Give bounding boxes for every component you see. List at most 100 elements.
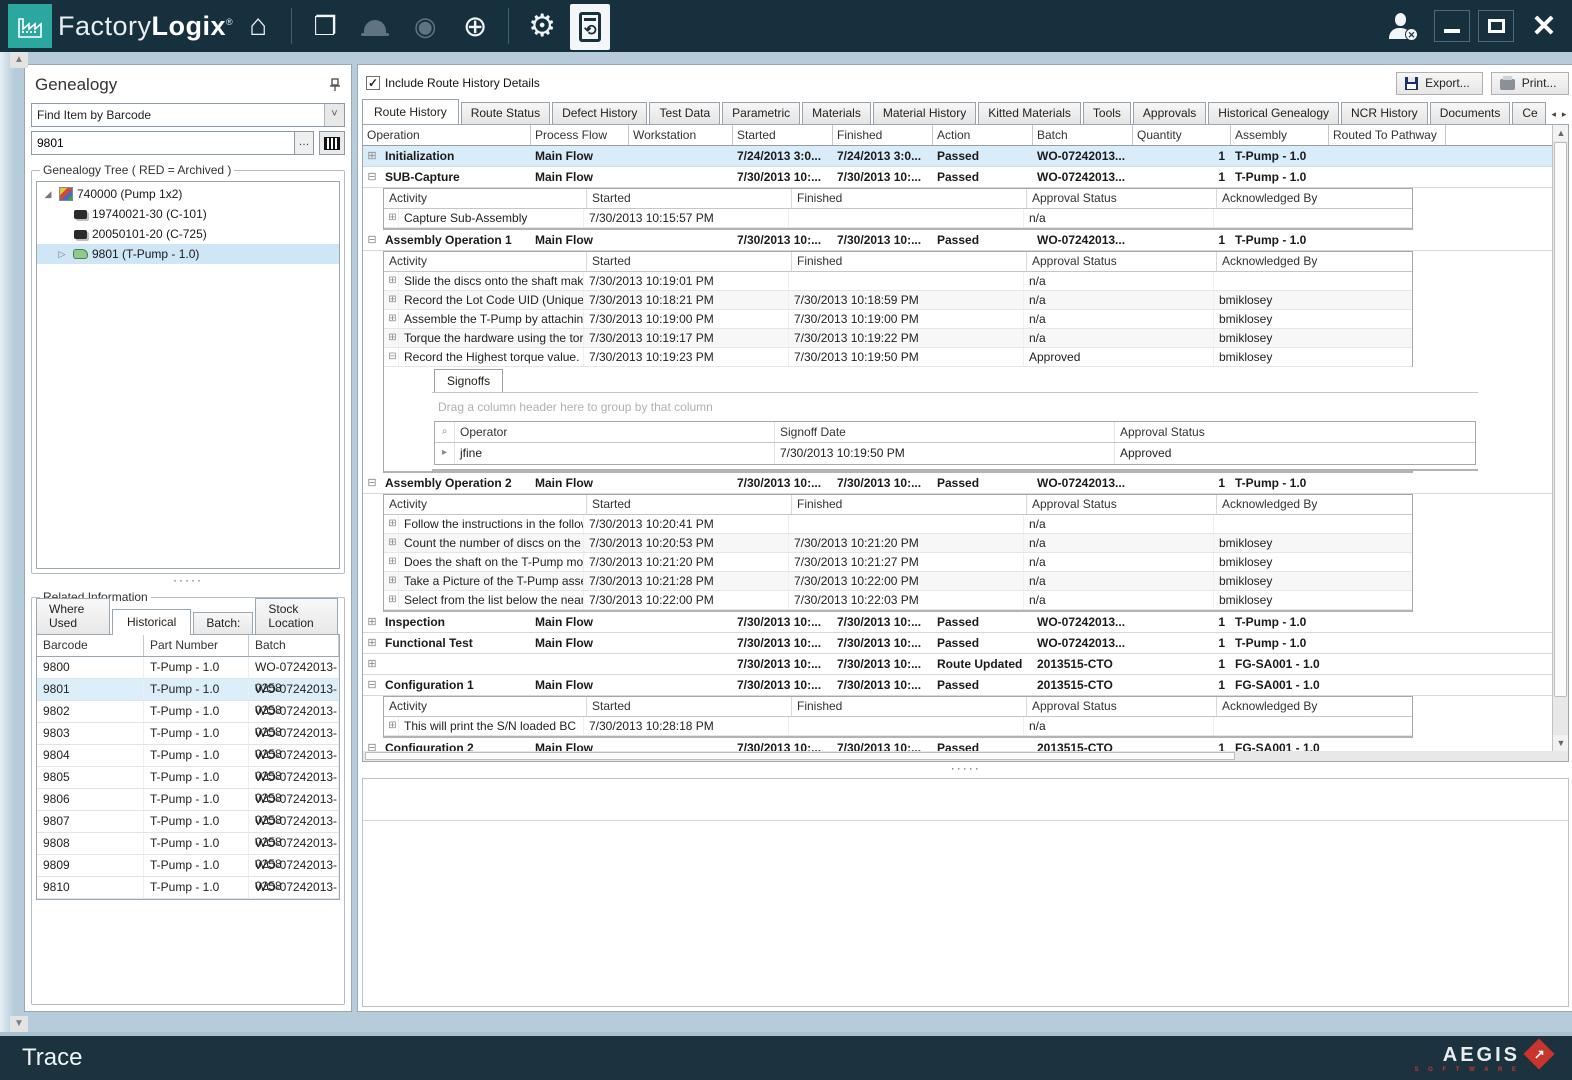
column-header[interactable]: Activity [384,495,587,514]
column-header[interactable]: Part Number [144,635,249,656]
column-header[interactable]: Quantity [1133,125,1231,145]
expand-icon[interactable]: ⊟ [363,473,381,493]
activity-row[interactable]: ⊞Select from the list below the nearest.… [384,591,1412,610]
expand-icon[interactable]: ⊟ [363,230,381,250]
trace-module-icon[interactable]: ⟲ [570,4,611,50]
column-header[interactable]: Action [933,125,1033,145]
expand-icon[interactable]: ⊟ [363,675,381,695]
signoff-row[interactable]: ▸ jfine 7/30/2013 10:19:50 PM Approved [435,443,1475,464]
column-header[interactable]: Started [587,697,792,716]
operation-row[interactable]: ⊞ Initialization Main Flow 7/24/2013 3:0...… [363,146,1553,167]
print-button[interactable]: Print... [1490,71,1570,95]
genealogy-tree[interactable]: ◢ 740000 (Pump 1x2) 19740021-30 (C-101) 200… [36,181,340,569]
tab-material-history[interactable]: Material History [872,102,977,124]
activity-row[interactable]: ⊞Record the Lot Code UID (Unique Ide...7… [384,291,1412,310]
expand-icon[interactable]: ⊞ [363,633,381,653]
tab-scroll-left-icon[interactable]: ◂ [1548,109,1559,124]
column-header[interactable]: Approval Status [1027,252,1217,271]
scroll-up-icon[interactable]: ▲ [1553,125,1569,141]
expand-icon[interactable]: ⊞ [384,534,399,552]
expand-icon[interactable]: ⊞ [384,272,399,290]
table-row[interactable]: 9807 T-Pump - 1.0 WO-07242013-0258 [37,811,339,849]
tab-test-data[interactable]: Test Data [649,102,721,124]
expand-icon[interactable]: ⊞ [384,329,399,347]
table-row[interactable]: 9806 T-Pump - 1.0 WO-07242013-0258 [37,789,339,827]
search-icon[interactable]: ⌕ [435,422,455,442]
table-row[interactable]: 9808 T-Pump - 1.0 WO-07242013-0258 [37,833,339,871]
detail-header[interactable]: Activity Started Finished Approval Status Ac… [384,189,1412,209]
column-header[interactable]: Started [587,189,792,208]
activity-row[interactable]: ⊞Take a Picture of the T-Pump assembl...… [384,572,1412,591]
column-header[interactable]: Acknowledged By [1217,697,1412,716]
table-row[interactable]: 9810T-Pump - 1.0WO-07242013-0258 [37,877,339,899]
table-row[interactable]: 9801 T-Pump - 1.0 WO-07242013-0258 [37,679,339,717]
expand-icon[interactable]: ⊞ [384,209,399,227]
tab-tools[interactable]: Tools [1082,102,1131,124]
tab-signoffs[interactable]: Signoffs [434,369,504,392]
column-header[interactable]: Acknowledged By [1217,252,1412,271]
operation-row[interactable]: ⊟ Assembly Operation 1 Main Flow 7/30/2013 … [363,230,1553,251]
table-row[interactable]: 9804 T-Pump - 1.0 WO-07242013-0258 [37,745,339,783]
expand-icon[interactable]: ⊞ [384,591,399,609]
expand-icon[interactable]: ⊞ [363,146,381,166]
hardhat-icon[interactable] [353,4,397,48]
column-header[interactable]: Batch [1033,125,1133,145]
tab-documents[interactable]: Documents [1429,102,1511,124]
column-header[interactable]: Finished [792,495,1027,514]
tree-item[interactable]: ▷ 9801 (T-Pump - 1.0) [37,244,339,264]
expand-icon[interactable]: ⊞ [384,515,399,533]
expand-icon[interactable]: ⊟ [384,348,399,366]
activity-row[interactable]: ⊞Follow the instructions in the followin… [384,515,1412,534]
column-header[interactable]: Approval Status [1027,495,1217,514]
tab-ce[interactable]: Ce [1512,102,1547,124]
table-row[interactable]: 9802 T-Pump - 1.0 WO-07242013-0258 [37,701,339,739]
operation-row[interactable]: ⊟ Configuration 2 Main Flow 7/30/2013 10:..… [363,738,1553,751]
barcode-input[interactable]: 9801 [31,131,294,155]
column-header[interactable]: Finished [833,125,933,145]
column-header[interactable]: Batch [249,635,339,656]
table-row[interactable]: 9803 T-Pump - 1.0 WO-07242013-0258 [37,723,339,761]
column-header[interactable]: Started [587,252,792,271]
tab-parametric[interactable]: Parametric [722,102,801,124]
logout-user-icon[interactable]: ✕ [1379,4,1423,48]
pin-icon[interactable] [329,78,341,92]
expand-icon[interactable]: ⊟ [363,167,381,187]
column-header[interactable]: Activity [384,189,587,208]
column-header[interactable]: Finished [792,697,1027,716]
location-pin-icon[interactable]: ◉ [403,4,447,48]
chevron-down-icon[interactable]: ˅ [324,104,344,126]
operation-row[interactable]: ⊞ 7/30/2013 10:... 7/30/2013 10:... Route U… [363,654,1553,675]
related-tab-historical[interactable]: Historical [111,609,192,635]
column-header[interactable]: Finished [792,189,1027,208]
tree-item[interactable]: 19740021-30 (C-101) [37,204,339,224]
column-header[interactable]: Workstation [629,125,733,145]
include-route-history-checkbox[interactable]: ✓ [366,76,380,90]
table-row[interactable]: 9800 T-Pump - 1.0 WO-07242013-0258 [37,657,339,695]
tab-scroll-right-icon[interactable]: ▸ [1559,109,1570,124]
tab-materials[interactable]: Materials [802,102,871,124]
column-header[interactable]: Acknowledged By [1217,495,1412,514]
expand-icon[interactable]: ⊞ [384,553,399,571]
browse-button[interactable]: … [294,131,314,155]
pages-icon[interactable]: ❐ [303,4,347,48]
detail-header[interactable]: Activity Started Finished Approval Status Ac… [384,252,1412,272]
operation-row[interactable]: ⊞ Functional Test Main Flow 7/30/2013 10:..… [363,633,1553,654]
operation-row[interactable]: ⊞ Inspection Main Flow 7/30/2013 10:... 7/30… [363,612,1553,633]
scroll-down-icon[interactable]: ▼ [1553,735,1569,751]
column-header[interactable]: Started [587,495,792,514]
expand-icon[interactable]: ⊞ [363,654,381,674]
tab-route-status[interactable]: Route Status [460,102,551,124]
activity-row[interactable]: ⊞ Capture Sub-Assembly 7/30/2013 10:15:57 … [384,209,1412,228]
column-header[interactable]: Barcode [37,635,144,656]
export-button[interactable]: Export... [1396,71,1483,95]
tab-approvals[interactable]: Approvals [1132,102,1207,124]
activity-row[interactable]: ⊞Does the shaft on the T-Pump move f...7… [384,553,1412,572]
signoffs-header[interactable]: ⌕ Operator Signoff Date Approval Status [435,422,1475,443]
panel-splitter[interactable]: ····· [31,574,345,588]
column-header[interactable]: Activity [384,697,587,716]
expand-icon[interactable]: ⊞ [384,310,399,328]
tab-ncr-history[interactable]: NCR History [1341,102,1428,124]
tab-defect-history[interactable]: Defect History [552,102,648,124]
activity-row[interactable]: ⊞Slide the discs onto the shaft making .… [384,272,1412,291]
close-button[interactable]: ✕ [1522,10,1566,43]
